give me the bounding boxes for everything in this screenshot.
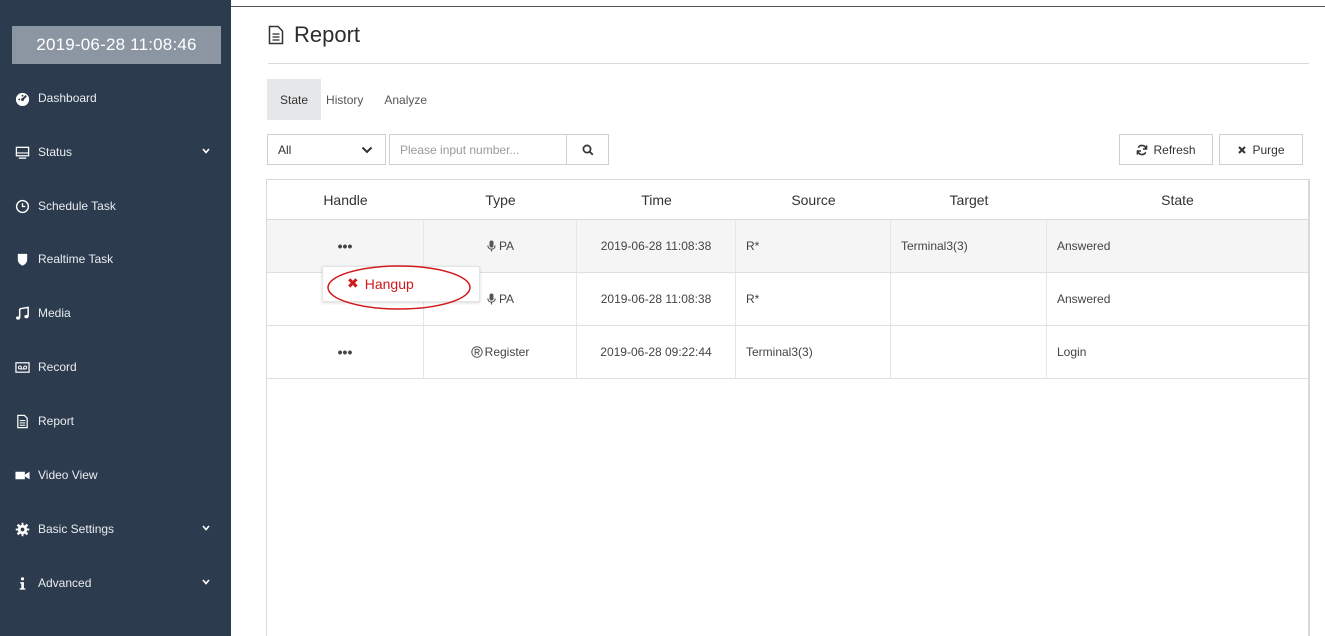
sidebar-item-status[interactable]: Status	[0, 134, 231, 170]
purge-label: Purge	[1252, 142, 1285, 157]
video-camera-icon	[14, 467, 30, 483]
tab-analyze[interactable]: Analyze	[369, 79, 442, 120]
sidebar-item-label: Advanced	[38, 576, 92, 590]
registered-icon	[470, 346, 483, 358]
sidebar-item-advanced[interactable]: Advanced	[0, 565, 231, 601]
close-icon: ✖	[347, 275, 359, 291]
row-actions-button[interactable]: •••	[338, 345, 353, 359]
row-target	[891, 273, 1047, 325]
sidebar-item-video-view[interactable]: Video View	[0, 457, 231, 493]
row-source: R*	[736, 220, 891, 272]
column-header-type: Type	[485, 192, 516, 208]
sidebar-item-media[interactable]: Media	[0, 295, 231, 331]
refresh-label: Refresh	[1153, 142, 1196, 157]
clock-icon	[14, 198, 30, 214]
sidebar-item-label: Video View	[38, 468, 98, 482]
sidebar-item-label: Basic Settings	[38, 522, 115, 536]
sidebar-item-realtime-task[interactable]: Realtime Task	[0, 241, 231, 277]
sidebar-item-report[interactable]: Report	[0, 403, 231, 439]
sidebar-item-basic-settings[interactable]: Basic Settings	[0, 511, 231, 547]
sidebar-item-label: Status	[38, 145, 73, 159]
row-target	[891, 326, 1047, 378]
refresh-icon	[1137, 144, 1148, 155]
microphone-icon	[487, 293, 496, 305]
search-input[interactable]	[400, 142, 556, 157]
row-type: PA	[498, 239, 515, 253]
type-filter-value: All	[278, 142, 292, 157]
row-source: R*	[736, 273, 891, 325]
sidebar: 2019-06-28 11:08:46 Dashboard Status Sch…	[0, 0, 231, 636]
info-icon	[14, 575, 30, 591]
tab-bar: State History Analyze	[267, 79, 442, 120]
sidebar-item-label: Schedule Task	[38, 199, 116, 213]
column-header-handle: Handle	[323, 192, 368, 208]
tape-icon	[14, 359, 30, 375]
table-right-border	[1309, 179, 1310, 636]
gear-icon	[14, 521, 30, 537]
row-time: 2019-06-28 11:08:38	[577, 273, 736, 325]
sidebar-item-record[interactable]: Record	[0, 349, 231, 385]
type-filter-select[interactable]: All	[267, 134, 386, 165]
report-table: Handle Type Time Source Target State •••…	[266, 179, 1309, 636]
sidebar-item-label: Realtime Task	[38, 252, 114, 266]
sidebar-item-label: Media	[38, 306, 71, 320]
page-header: Report	[268, 22, 360, 48]
sidebar-item-label: Report	[38, 414, 75, 428]
hangup-label: Hangup	[364, 275, 414, 292]
dashboard-icon	[14, 90, 30, 106]
chevron-down-icon	[202, 148, 210, 154]
music-icon	[14, 305, 30, 321]
microphone-icon	[487, 240, 496, 252]
shield-icon	[14, 251, 30, 267]
search-button[interactable]	[566, 134, 609, 165]
sidebar-item-dashboard[interactable]: Dashboard	[0, 80, 231, 116]
tab-history[interactable]: History	[321, 79, 369, 120]
row-time: 2019-06-28 09:22:44	[577, 326, 736, 378]
search-icon	[582, 144, 593, 155]
chevron-down-icon	[202, 525, 210, 531]
table-header: Handle Type Time Source Target State	[267, 180, 1308, 220]
chevron-down-icon	[361, 146, 373, 154]
file-text-icon	[14, 413, 30, 429]
top-divider	[231, 6, 1325, 7]
file-text-icon	[268, 25, 284, 45]
sidebar-item-schedule-task[interactable]: Schedule Task	[0, 188, 231, 224]
row-target: Terminal3(3)	[891, 220, 1047, 272]
row-state: Answered	[1057, 292, 1111, 306]
sidebar-item-label: Record	[38, 360, 77, 374]
tab-state[interactable]: State	[267, 79, 322, 120]
row-source: Terminal3(3)	[736, 326, 891, 378]
row-state: Answered	[1057, 239, 1111, 253]
row-type: PA	[498, 292, 515, 306]
column-header-source: Source	[791, 192, 836, 208]
monitor-icon	[14, 144, 30, 160]
row-state: Login	[1057, 345, 1087, 359]
sidebar-item-label: Dashboard	[38, 91, 97, 105]
table-row: ••• Register 2019-06-28 09:22:44 Termina…	[267, 326, 1308, 379]
page-title: Report	[294, 22, 361, 47]
refresh-button[interactable]: Refresh	[1119, 134, 1213, 165]
column-header-time: Time	[641, 192, 672, 208]
row-actions-button[interactable]: •••	[338, 239, 353, 253]
column-header-target: Target	[949, 192, 989, 208]
close-icon	[1238, 145, 1247, 154]
row-actions-menu: ✖ Hangup	[322, 266, 480, 302]
chevron-down-icon	[202, 579, 210, 585]
row-type: Register	[484, 345, 530, 359]
number-search-field[interactable]	[389, 134, 566, 165]
header-divider	[268, 63, 1309, 64]
column-header-state: State	[1161, 192, 1194, 208]
sidebar-datetime: 2019-06-28 11:08:46	[12, 26, 221, 64]
purge-button[interactable]: Purge	[1219, 134, 1303, 165]
row-time: 2019-06-28 11:08:38	[577, 220, 736, 272]
hangup-menu-item[interactable]: ✖ Hangup	[347, 275, 414, 292]
